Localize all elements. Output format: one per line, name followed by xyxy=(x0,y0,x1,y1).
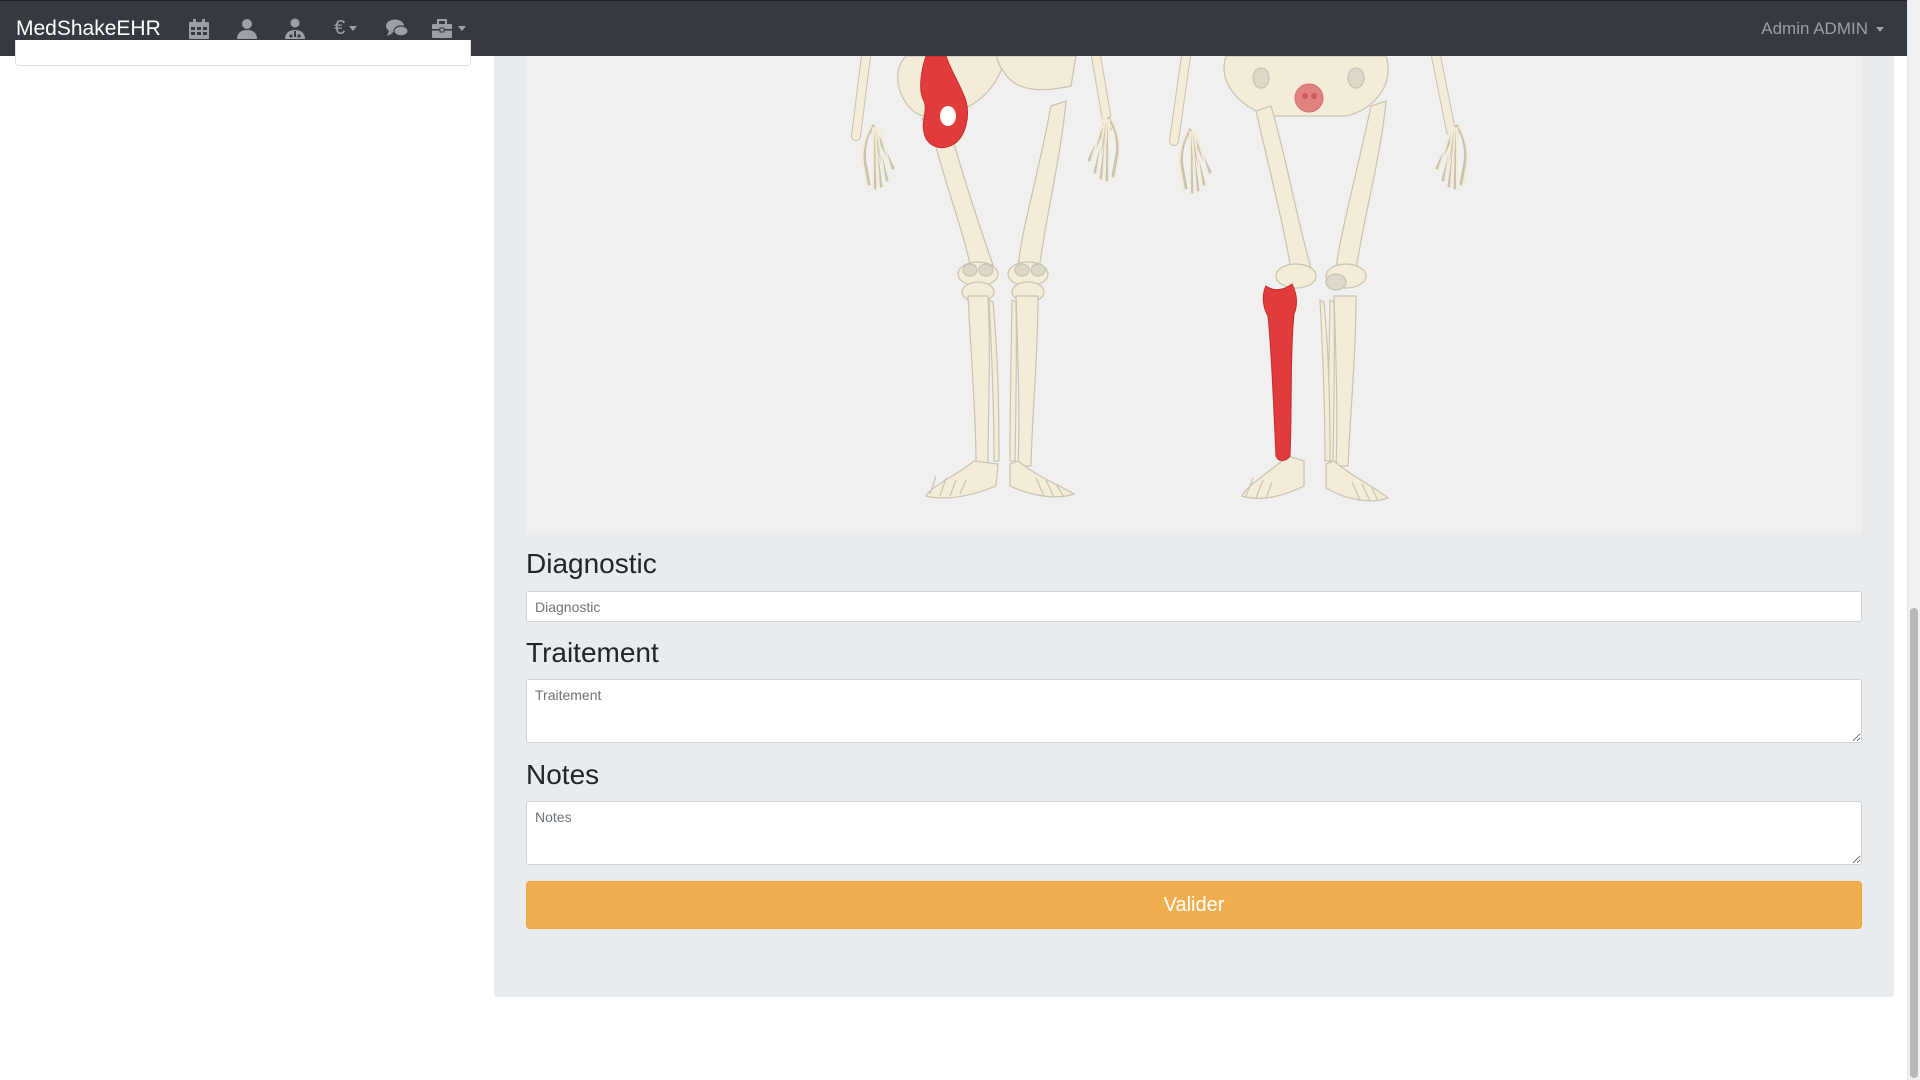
sidebar-card xyxy=(15,40,471,66)
valider-button[interactable]: Valider xyxy=(526,881,1862,929)
chevron-down-icon xyxy=(1876,26,1884,32)
highlighted-bone-coccyx xyxy=(1294,83,1324,113)
skeleton-back xyxy=(1169,56,1456,502)
diagnostic-title: Diagnostic xyxy=(526,548,657,579)
notes-title: Notes xyxy=(526,759,600,790)
page-scrollbar[interactable] xyxy=(1907,0,1920,1080)
chevron-down-icon xyxy=(457,26,466,31)
diagnostic-input[interactable] xyxy=(526,591,1862,622)
euro-icon: € xyxy=(334,17,346,39)
skeleton-diagram[interactable] xyxy=(526,56,1862,533)
user-menu[interactable]: Admin ADMIN xyxy=(1761,1,1884,57)
traitement-title: Traitement xyxy=(526,637,659,668)
user-name: Admin ADMIN xyxy=(1761,19,1868,38)
notes-textarea[interactable] xyxy=(526,801,1862,865)
chevron-down-icon xyxy=(349,26,358,31)
toolbox-icon xyxy=(431,18,452,38)
highlighted-bone-tibia xyxy=(1262,283,1298,461)
scrollbar-thumb[interactable] xyxy=(1910,608,1918,1078)
traitement-textarea[interactable] xyxy=(526,679,1862,743)
skeleton-front xyxy=(851,56,1113,499)
brand-link[interactable]: MedShakeEHR xyxy=(16,17,161,41)
